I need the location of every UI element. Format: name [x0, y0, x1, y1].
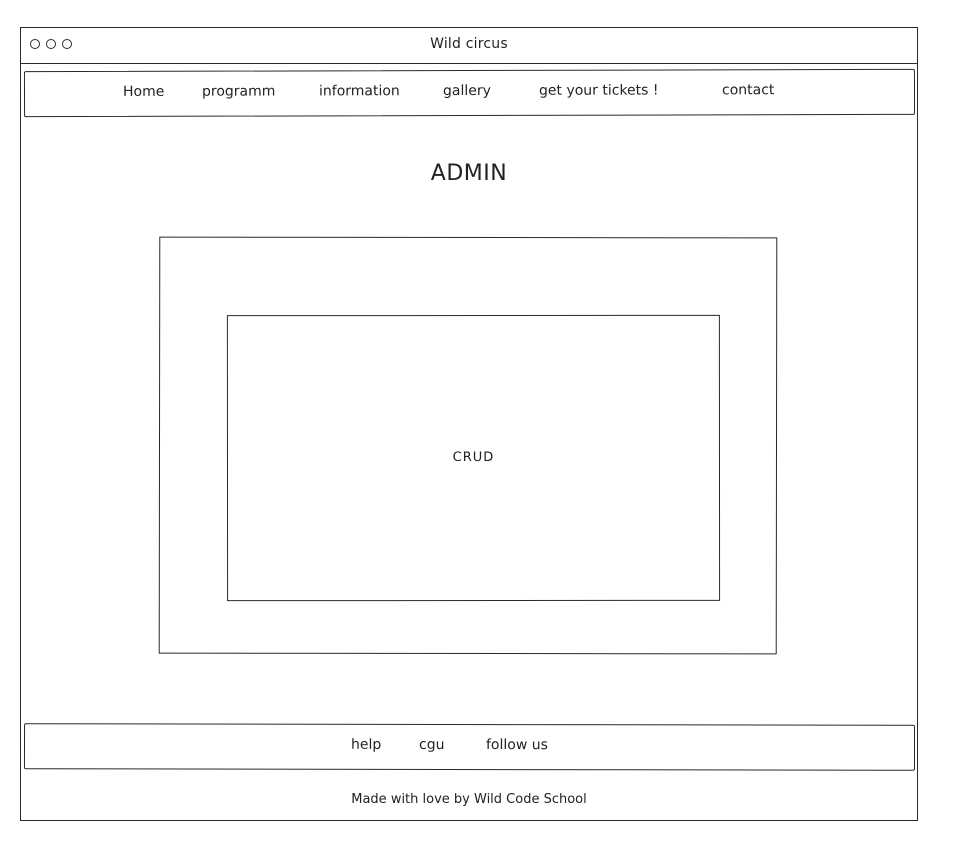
- nav-item-gallery[interactable]: gallery: [443, 83, 491, 99]
- footer-link-follow-us[interactable]: follow us: [486, 737, 548, 753]
- footer-link-help[interactable]: help: [351, 737, 381, 753]
- nav-item-information[interactable]: information: [319, 83, 400, 99]
- window-title: Wild circus: [430, 36, 508, 52]
- window-titlebar: Wild circus: [21, 28, 917, 64]
- page-title: ADMIN: [430, 161, 508, 186]
- nav-item-programm[interactable]: programm: [202, 84, 275, 100]
- nav-item-home[interactable]: Home: [123, 84, 164, 100]
- footer-credit: Made with love by Wild Code School: [351, 792, 587, 807]
- admin-panel: CRUD: [158, 236, 778, 655]
- browser-window: Wild circus Home programm information ga…: [20, 27, 918, 821]
- crud-panel[interactable]: CRUD: [226, 314, 721, 602]
- footer-links-bar: help cgu follow us: [23, 723, 916, 771]
- crud-label: CRUD: [452, 449, 495, 466]
- footer-link-cgu[interactable]: cgu: [419, 737, 444, 753]
- nav-item-get-tickets[interactable]: get your tickets !: [539, 83, 659, 99]
- nav-item-contact[interactable]: contact: [722, 82, 774, 98]
- main-navigation: Home programm information gallery get yo…: [23, 68, 916, 118]
